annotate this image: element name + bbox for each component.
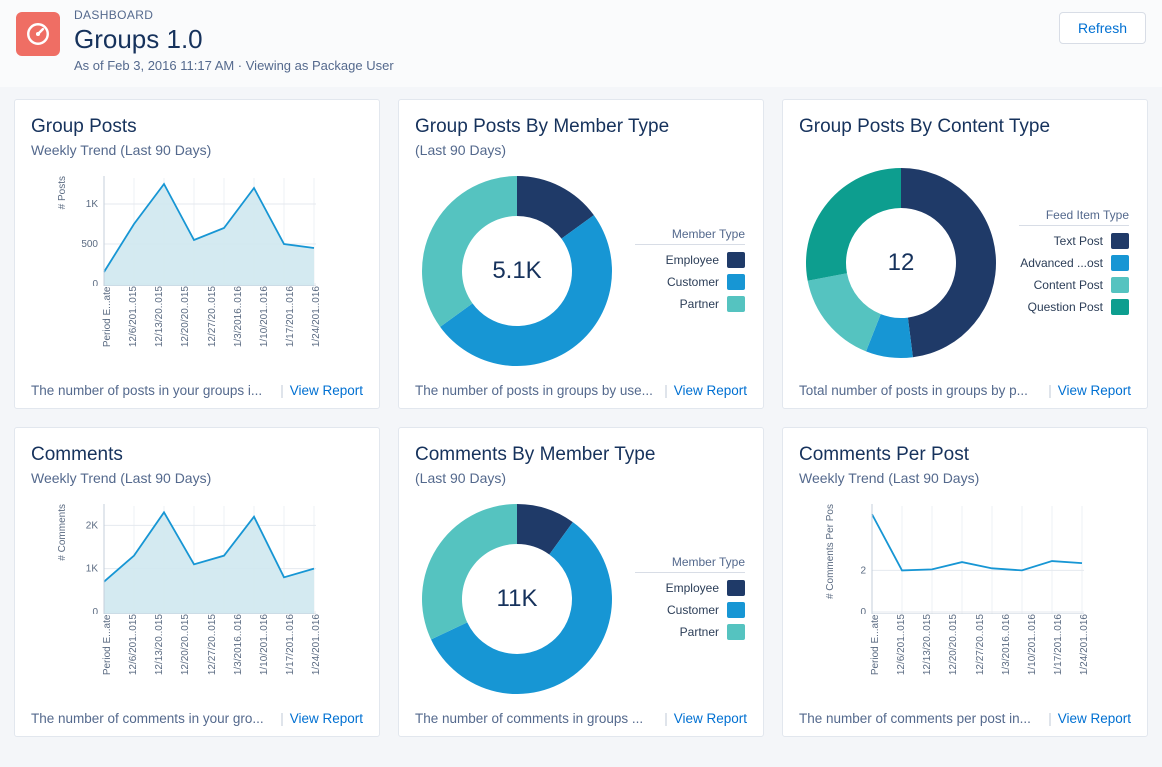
- card-title: Comments By Member Type: [415, 444, 747, 466]
- card-subtitle: Weekly Trend (Last 90 Days): [31, 142, 363, 158]
- y-axis-label: # Comments Per Pos: [825, 504, 836, 599]
- view-report-link[interactable]: View Report: [290, 383, 363, 398]
- gauge-icon: [25, 21, 51, 47]
- legend-item: Question Post: [1019, 296, 1129, 318]
- card-comments-per-post: Comments Per Post Weekly Trend (Last 90 …: [782, 427, 1148, 737]
- svg-text:0: 0: [92, 279, 98, 286]
- legend-item: Employee: [635, 249, 745, 271]
- donut-center-value: 12: [801, 163, 1001, 363]
- card-subtitle: (Last 90 Days): [415, 470, 747, 486]
- comments-per-post-chart: # Comments Per Pos 02 Period E...ate12/6…: [825, 504, 1105, 694]
- legend-item: Advanced ...ost: [1019, 252, 1129, 274]
- donut-center-value: 5.1K: [417, 171, 617, 371]
- card-comments: Comments Weekly Trend (Last 90 Days) # C…: [14, 427, 380, 737]
- legend-item: Text Post: [1019, 230, 1129, 252]
- card-title: Group Posts By Content Type: [799, 116, 1131, 138]
- svg-text:2K: 2K: [86, 520, 99, 531]
- dashboard-icon: [16, 12, 60, 56]
- y-axis-label: # Comments: [57, 504, 68, 561]
- card-group-posts: Group Posts Weekly Trend (Last 90 Days) …: [14, 99, 380, 409]
- card-title: Comments: [31, 444, 363, 466]
- view-report-link[interactable]: View Report: [1058, 383, 1131, 398]
- header-subtitle: As of Feb 3, 2016 11:17 AM · Viewing as …: [74, 58, 1059, 73]
- legend-item: Employee: [635, 577, 745, 599]
- card-posts-member: Group Posts By Member Type (Last 90 Days…: [398, 99, 764, 409]
- view-report-link[interactable]: View Report: [1058, 711, 1131, 726]
- card-title: Group Posts By Member Type: [415, 116, 747, 138]
- comments-chart: # Comments 01K2K Period E...ate12/6/201.…: [57, 504, 337, 694]
- svg-text:0: 0: [92, 607, 98, 614]
- svg-text:2: 2: [860, 565, 866, 576]
- svg-text:1K: 1K: [86, 563, 99, 574]
- posts-content-chart: 12: [801, 163, 1001, 363]
- legend-item: Partner: [635, 621, 745, 643]
- card-description: The number of comments in your gro...: [31, 711, 264, 726]
- card-comments-member: Comments By Member Type (Last 90 Days) 1…: [398, 427, 764, 737]
- view-report-link[interactable]: View Report: [290, 711, 363, 726]
- y-axis-label: # Posts: [57, 176, 68, 209]
- legend-item: Customer: [635, 271, 745, 293]
- card-description: Total number of posts in groups by p...: [799, 383, 1028, 398]
- card-posts-content: Group Posts By Content Type 12 Feed Item…: [782, 99, 1148, 409]
- dashboard-header: DASHBOARD Groups 1.0 As of Feb 3, 2016 1…: [0, 0, 1162, 87]
- view-report-link[interactable]: View Report: [674, 711, 747, 726]
- card-title: Comments Per Post: [799, 444, 1131, 466]
- svg-text:0: 0: [860, 607, 866, 614]
- svg-text:1K: 1K: [86, 199, 99, 210]
- card-description: The number of posts in your groups i...: [31, 383, 262, 398]
- chart-legend: Feed Item Type Text PostAdvanced ...ostC…: [1019, 208, 1129, 318]
- card-description: The number of comments in groups ...: [415, 711, 643, 726]
- legend-title: Feed Item Type: [1019, 208, 1129, 226]
- refresh-button[interactable]: Refresh: [1059, 12, 1146, 44]
- header-kicker: DASHBOARD: [74, 8, 1059, 22]
- card-subtitle: (Last 90 Days): [415, 142, 747, 158]
- card-description: The number of comments per post in...: [799, 711, 1031, 726]
- header-text: DASHBOARD Groups 1.0 As of Feb 3, 2016 1…: [74, 8, 1059, 73]
- chart-legend: Member Type EmployeeCustomerPartner: [635, 227, 745, 315]
- group-posts-chart: # Posts 05001K Period E...ate12/6/201..0…: [57, 176, 337, 366]
- card-subtitle: Weekly Trend (Last 90 Days): [31, 470, 363, 486]
- legend-title: Member Type: [635, 555, 745, 573]
- legend-item: Customer: [635, 599, 745, 621]
- comments-member-chart: 11K: [417, 499, 617, 699]
- cards-grid: Group Posts Weekly Trend (Last 90 Days) …: [0, 87, 1162, 751]
- svg-text:500: 500: [81, 239, 98, 250]
- chart-legend: Member Type EmployeeCustomerPartner: [635, 555, 745, 643]
- card-subtitle: Weekly Trend (Last 90 Days): [799, 470, 1131, 486]
- page-title: Groups 1.0: [74, 24, 1059, 55]
- legend-title: Member Type: [635, 227, 745, 245]
- legend-item: Partner: [635, 293, 745, 315]
- posts-member-chart: 5.1K: [417, 171, 617, 371]
- donut-center-value: 11K: [417, 499, 617, 699]
- legend-item: Content Post: [1019, 274, 1129, 296]
- view-report-link[interactable]: View Report: [674, 383, 747, 398]
- card-title: Group Posts: [31, 116, 363, 138]
- card-description: The number of posts in groups by use...: [415, 383, 653, 398]
